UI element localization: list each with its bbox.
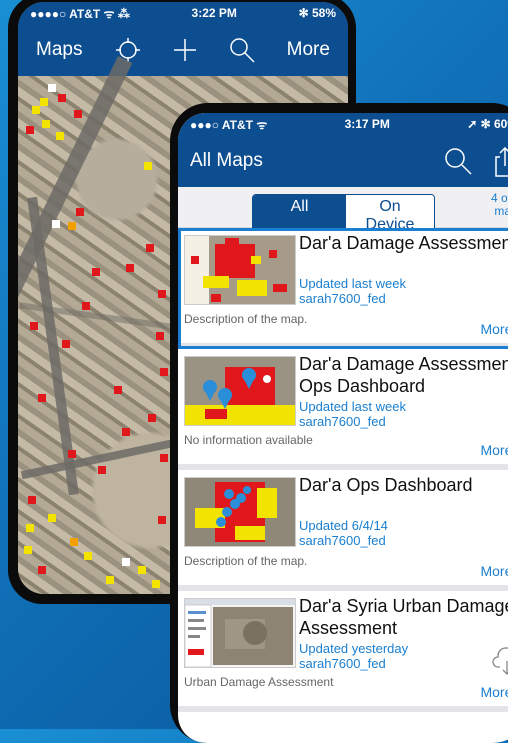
damage-marker[interactable]: [70, 538, 78, 546]
damage-marker[interactable]: [92, 268, 100, 276]
damage-marker[interactable]: [38, 566, 46, 574]
map-thumbnail: [184, 477, 296, 547]
damage-marker[interactable]: [158, 290, 166, 298]
owner-text: sarah7600_fed: [299, 291, 386, 306]
damage-marker[interactable]: [74, 110, 82, 118]
map-thumbnail: [184, 235, 296, 305]
map-description: Urban Damage Assessment: [184, 675, 334, 689]
damage-marker[interactable]: [138, 566, 146, 574]
front-nav-bar: All Maps: [178, 135, 508, 187]
share-icon[interactable]: [494, 147, 508, 177]
damage-marker[interactable]: [156, 332, 164, 340]
damage-marker[interactable]: [98, 466, 106, 474]
damage-marker[interactable]: [24, 546, 32, 554]
list-item[interactable]: Dar'a Damage Assessment-Ops Dashboard Up…: [178, 349, 508, 470]
search-icon[interactable]: [444, 147, 472, 177]
more-link[interactable]: More ❯: [480, 684, 508, 701]
front-screen: ●●●○ AT&T ᯤ 3:17 PM ➚ ✻ 60% All Maps All: [178, 113, 508, 743]
back-battery: ✻ 58%: [298, 6, 336, 20]
damage-marker[interactable]: [82, 302, 90, 310]
front-time: 3:17 PM: [344, 117, 390, 131]
damage-marker[interactable]: [30, 322, 38, 330]
damage-marker[interactable]: [40, 98, 48, 106]
more-label: More: [480, 563, 508, 579]
damage-marker[interactable]: [106, 576, 114, 584]
cloud-download-icon[interactable]: [492, 647, 508, 677]
damage-marker[interactable]: [68, 450, 76, 458]
damage-marker[interactable]: [26, 126, 34, 134]
front-phone: ●●●○ AT&T ᯤ 3:17 PM ➚ ✻ 60% All Maps All: [170, 103, 508, 743]
page-title: All Maps: [190, 150, 263, 171]
damage-marker[interactable]: [114, 386, 122, 394]
more-label: More: [480, 321, 508, 337]
damage-marker[interactable]: [76, 208, 84, 216]
more-label: More: [480, 442, 508, 458]
damage-marker[interactable]: [52, 220, 60, 228]
list-item[interactable]: Dar'a Ops Dashboard Updated 6/4/14 sarah…: [178, 470, 508, 591]
owner-text: sarah7600_fed: [299, 656, 386, 671]
more-link[interactable]: More ❯: [480, 442, 508, 459]
damage-marker[interactable]: [122, 558, 130, 566]
back-carrier: ●●●●○ AT&T ᯤ ⁂: [30, 6, 130, 21]
list-item[interactable]: Dar'a Syria Urban Damage Assessment Upda…: [178, 591, 508, 712]
damage-marker[interactable]: [68, 222, 76, 230]
damage-marker[interactable]: [126, 264, 134, 272]
maps-button[interactable]: Maps: [36, 39, 82, 61]
damage-marker[interactable]: [56, 132, 64, 140]
more-link[interactable]: More ❯: [480, 321, 508, 338]
updated-text: Updated 6/4/14: [299, 518, 388, 533]
map-title: Dar'a Ops Dashboard: [299, 475, 473, 495]
map-description: Description of the map.: [184, 554, 308, 568]
front-header: ●●●○ AT&T ᯤ 3:17 PM ➚ ✻ 60% All Maps: [178, 113, 508, 187]
map-description: Description of the map.: [184, 312, 308, 326]
front-status-bar: ●●●○ AT&T ᯤ 3:17 PM ➚ ✻ 60%: [178, 113, 508, 135]
map-title: Dar'a Damage Assessment-Ops Dashboard: [299, 354, 508, 396]
damage-marker[interactable]: [48, 514, 56, 522]
damage-marker[interactable]: [62, 340, 70, 348]
damage-marker[interactable]: [42, 120, 50, 128]
more-label: More: [480, 684, 508, 700]
damage-marker[interactable]: [48, 84, 56, 92]
owner-text: sarah7600_fed: [299, 533, 386, 548]
damage-marker[interactable]: [160, 368, 168, 376]
damage-marker[interactable]: [146, 244, 154, 252]
updated-text: Updated yesterday: [299, 641, 409, 656]
map-count-line2: map: [494, 204, 508, 218]
add-icon[interactable]: [173, 38, 197, 62]
map-title: Dar'a Syria Urban Damage Assessment: [299, 596, 508, 638]
damage-marker[interactable]: [122, 428, 130, 436]
owner-text: sarah7600_fed: [299, 414, 386, 429]
updated-text: Updated last week: [299, 276, 406, 291]
damage-marker[interactable]: [38, 394, 46, 402]
damage-marker[interactable]: [84, 552, 92, 560]
back-time: 3:22 PM: [191, 6, 237, 20]
map-count: 4 of 2 map: [486, 192, 508, 218]
more-link[interactable]: More ❯: [480, 563, 508, 580]
damage-marker[interactable]: [148, 414, 156, 422]
damage-marker[interactable]: [32, 106, 40, 114]
damage-marker[interactable]: [158, 516, 166, 524]
map-title: Dar'a Damage Assessment: [299, 233, 508, 253]
damage-marker[interactable]: [58, 94, 66, 102]
more-button[interactable]: More: [287, 39, 330, 61]
damage-marker[interactable]: [144, 162, 152, 170]
filter-row: All On Device 4 of 2 map: [178, 187, 508, 238]
map-thumbnail: [184, 356, 296, 426]
back-status-bar: ●●●●○ AT&T ᯤ ⁂ 3:22 PM ✻ 58%: [18, 2, 348, 24]
map-thumbnail: [184, 598, 296, 668]
damage-marker[interactable]: [160, 454, 168, 462]
damage-marker[interactable]: [26, 524, 34, 532]
front-carrier: ●●●○ AT&T ᯤ: [190, 117, 268, 132]
back-nav-bar: Maps More: [18, 24, 348, 76]
list-item[interactable]: Dar'a Damage Assessment Updated last wee…: [178, 228, 508, 349]
map-description: No information available: [184, 433, 313, 447]
search-icon[interactable]: [229, 37, 255, 63]
damage-marker[interactable]: [28, 496, 36, 504]
damage-marker[interactable]: [152, 580, 160, 588]
updated-text: Updated last week: [299, 399, 406, 414]
front-battery: ➚ ✻ 60%: [467, 117, 508, 131]
